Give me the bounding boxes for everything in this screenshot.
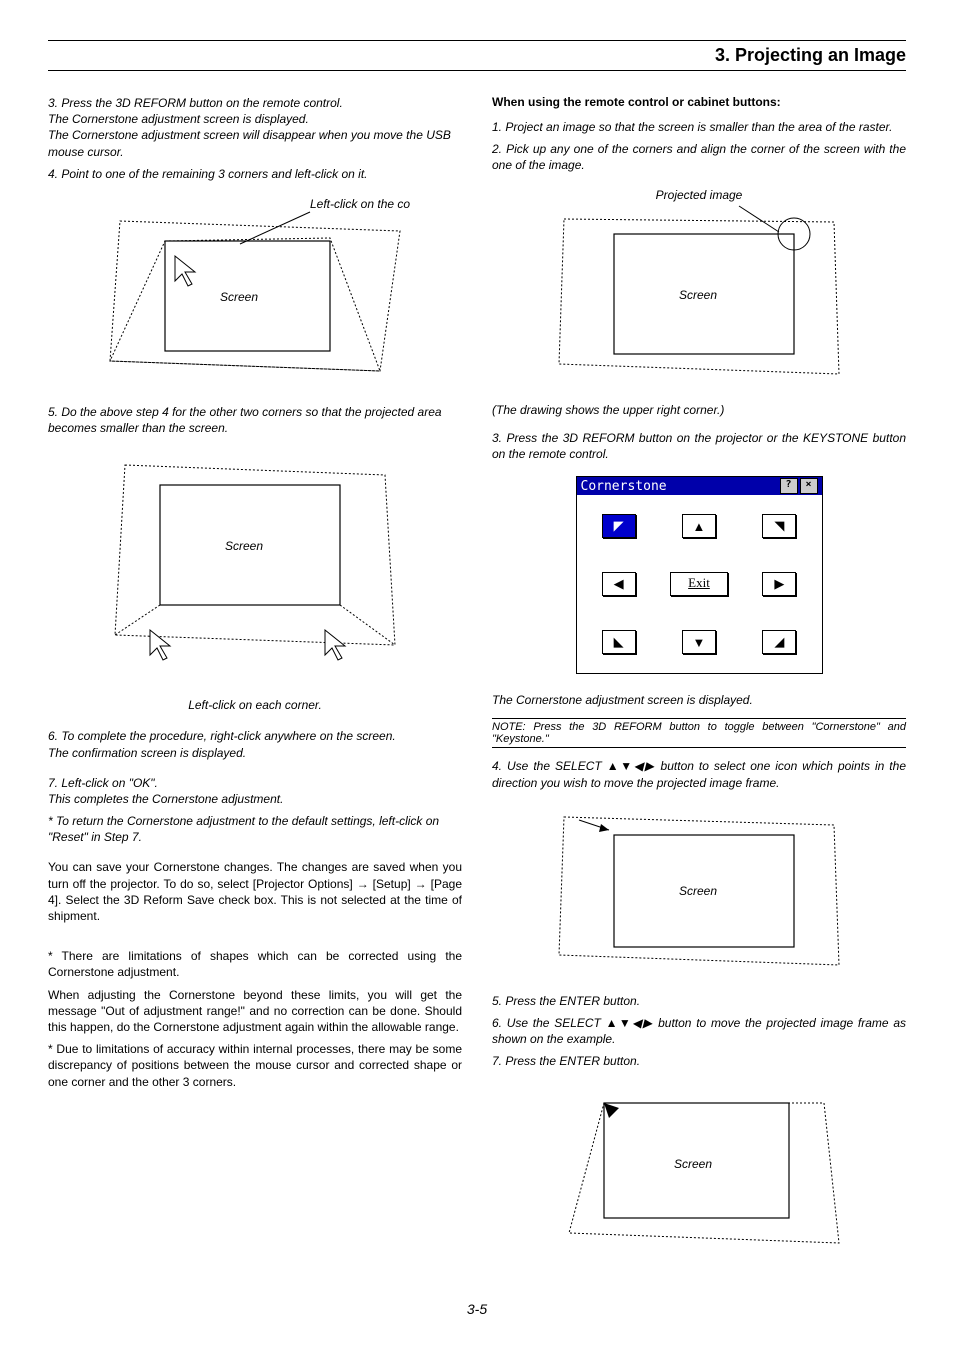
arrow-right-button[interactable]: ▶ [762, 572, 796, 596]
r-step-4: 4. Use the SELECT ▲▼◀▶ button to select … [492, 758, 906, 790]
cornerstone-ui: Cornerstone ? × ◤ ▲ ◥ ◀ Exit ▶ ◣ ▼ ◢ [492, 476, 906, 674]
step-3: 3. Press the 3D REFORM button on the rem… [48, 95, 462, 160]
r-step-7: 7. Press the ENTER button. [492, 1053, 906, 1069]
page-number: 3-5 [48, 1301, 906, 1317]
step3-line2: The Cornerstone adjustment screen is dis… [48, 112, 309, 126]
fig3-caption: (The drawing shows the upper right corne… [492, 402, 906, 418]
figure-5: Screen [492, 1083, 906, 1253]
step3-line3: The Cornerstone adjustment screen will d… [48, 128, 451, 158]
fig5-screen: Screen [674, 1157, 712, 1171]
exit-button[interactable]: Exit [670, 572, 728, 596]
right-heading: When using the remote control or cabinet… [492, 95, 906, 109]
figure-3: Projected image Screen [492, 188, 906, 384]
help-icon[interactable]: ? [780, 478, 798, 494]
para-limit1: * There are limitations of shapes which … [48, 948, 462, 980]
chapter-title: 3. Projecting an Image [48, 45, 906, 71]
fig3-screen: Screen [679, 288, 717, 302]
arrow-down-button[interactable]: ▼ [682, 630, 716, 654]
para-limit2: When adjusting the Cornerstone beyond th… [48, 987, 462, 1036]
step-7: 7. Left-click on "OK". This completes th… [48, 775, 462, 807]
step3-line1: 3. Press the 3D REFORM button on the rem… [48, 96, 343, 110]
arrow-up-right-button[interactable]: ◥ [762, 514, 796, 538]
close-icon[interactable]: × [800, 478, 818, 494]
note-box: NOTE: Press the 3D REFORM button to togg… [492, 718, 906, 748]
r-step-3: 3. Press the 3D REFORM button on the pro… [492, 430, 906, 462]
figure-4: Screen [492, 805, 906, 975]
fig1-annot: Left-click on the corner. [310, 197, 410, 211]
r-step-2: 2. Pick up any one of the corners and al… [492, 141, 906, 173]
ui-caption: The Cornerstone adjustment screen is dis… [492, 692, 906, 708]
r-step-5: 5. Press the ENTER button. [492, 993, 906, 1009]
arrow-down-left-button[interactable]: ◣ [602, 630, 636, 654]
ui-titlebar: Cornerstone ? × [577, 477, 822, 495]
right-column: When using the remote control or cabinet… [492, 95, 906, 1271]
arrow-down-right-button[interactable]: ◢ [762, 630, 796, 654]
arrow-up-left-button[interactable]: ◤ [602, 514, 636, 538]
fig1-screen: Screen [220, 290, 258, 304]
fig2-caption: Left-click on each corner. [48, 698, 462, 712]
arrow-left-button[interactable]: ◀ [602, 572, 636, 596]
arrow-up-button[interactable]: ▲ [682, 514, 716, 538]
figure-2: Screen [48, 450, 462, 680]
step-5: 5. Do the above step 4 for the other two… [48, 404, 462, 436]
figure-1: Left-click on the corner. Screen [48, 196, 462, 386]
step-star: * To return the Cornerstone adjustment t… [48, 813, 462, 845]
fig2-screen: Screen [225, 539, 263, 553]
fig4-screen: Screen [679, 884, 717, 898]
fig3-annot: Projected image [656, 188, 743, 202]
para-limit3: * Due to limitations of accuracy within … [48, 1041, 462, 1090]
left-column: 3. Press the 3D REFORM button on the rem… [48, 95, 462, 1271]
para-save: You can save your Cornerstone changes. T… [48, 859, 462, 924]
step-4: 4. Point to one of the remaining 3 corne… [48, 166, 462, 182]
r-step-6: 6. Use the SELECT ▲▼◀▶ button to move th… [492, 1015, 906, 1047]
ui-title-text: Cornerstone [581, 479, 778, 494]
step-6: 6. To complete the procedure, right-clic… [48, 728, 462, 760]
r-step-1: 1. Project an image so that the screen i… [492, 119, 906, 135]
